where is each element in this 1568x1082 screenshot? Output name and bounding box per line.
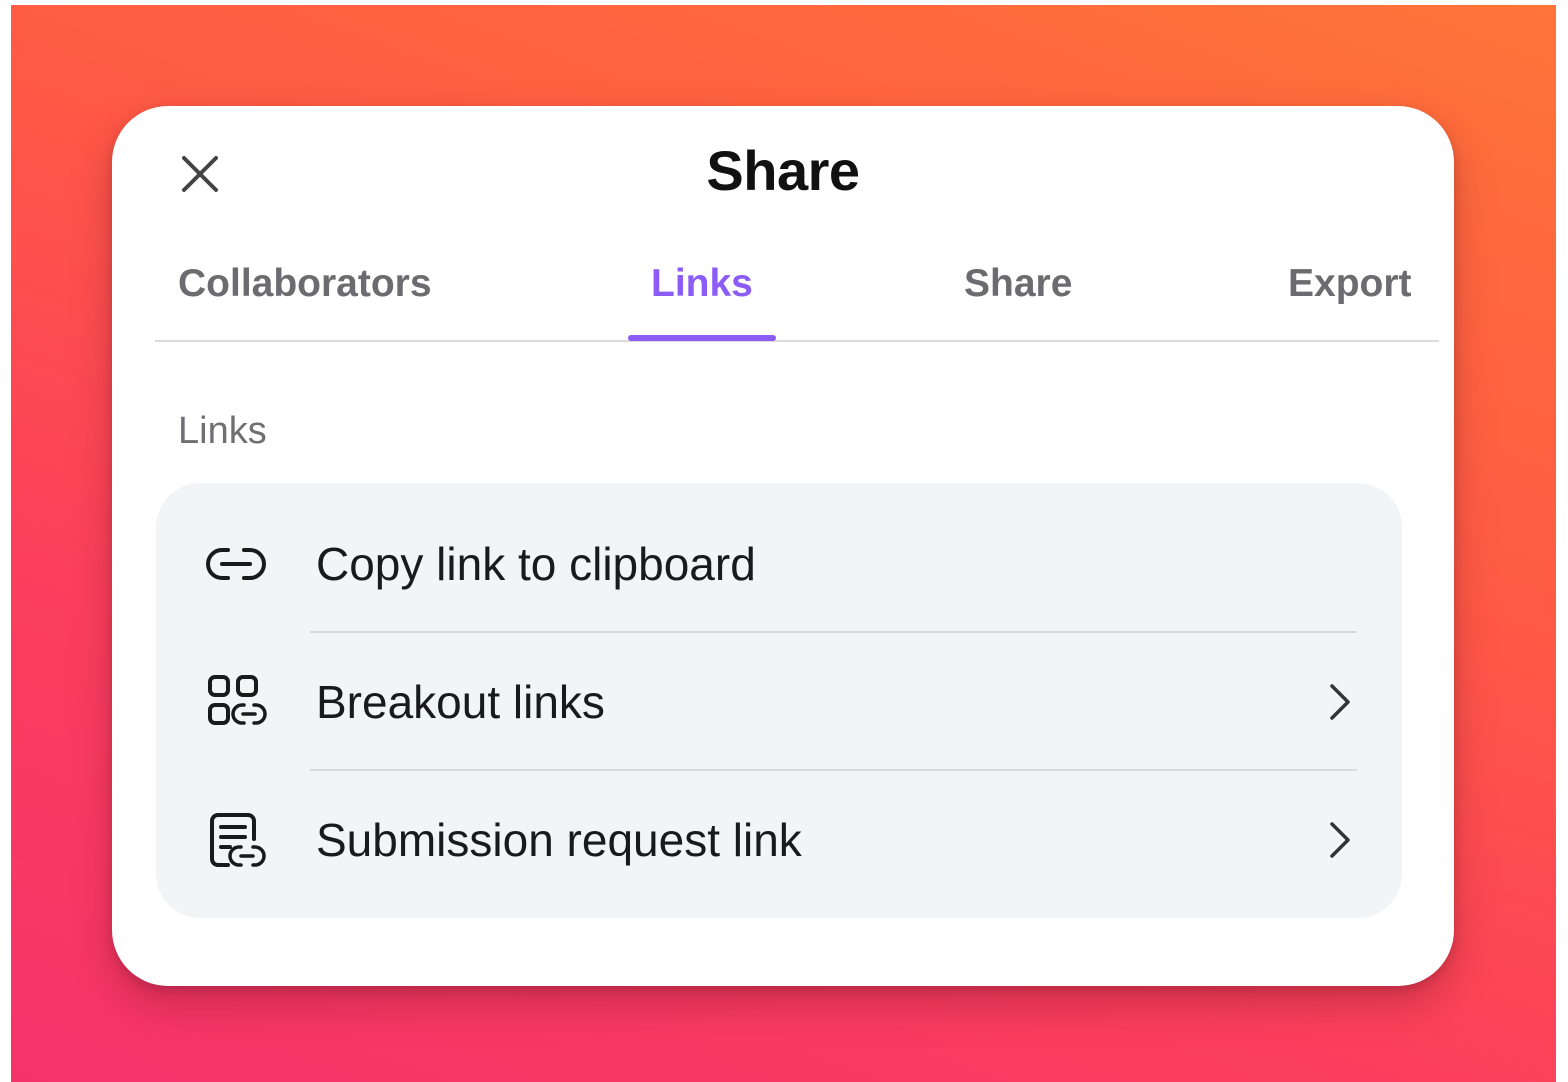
copy-link-label: Copy link to clipboard: [316, 538, 756, 590]
tab-links[interactable]: Links: [651, 262, 753, 306]
tab-collaborators[interactable]: Collaborators: [178, 262, 432, 306]
submission-request-link-label: Submission request link: [316, 814, 802, 866]
breakout-links-row[interactable]: Breakout links: [156, 633, 1402, 771]
copy-link-row[interactable]: Copy link to clipboard: [156, 495, 1402, 633]
dialog-title: Share: [706, 139, 860, 202]
chevron-right-icon: [1330, 822, 1350, 858]
section-label: Links: [178, 410, 267, 452]
breakout-links-label: Breakout links: [316, 676, 605, 728]
chevron-right-icon: [1330, 684, 1350, 720]
active-tab-indicator: [628, 335, 776, 341]
tab-export[interactable]: Export: [1288, 262, 1412, 306]
breakout-grid-link-icon: [204, 671, 268, 735]
tab-share[interactable]: Share: [964, 262, 1072, 306]
tabs-divider: [155, 340, 1439, 342]
link-icon: [204, 532, 268, 596]
form-link-icon: [204, 809, 268, 873]
submission-request-link-row[interactable]: Submission request link: [156, 771, 1402, 909]
